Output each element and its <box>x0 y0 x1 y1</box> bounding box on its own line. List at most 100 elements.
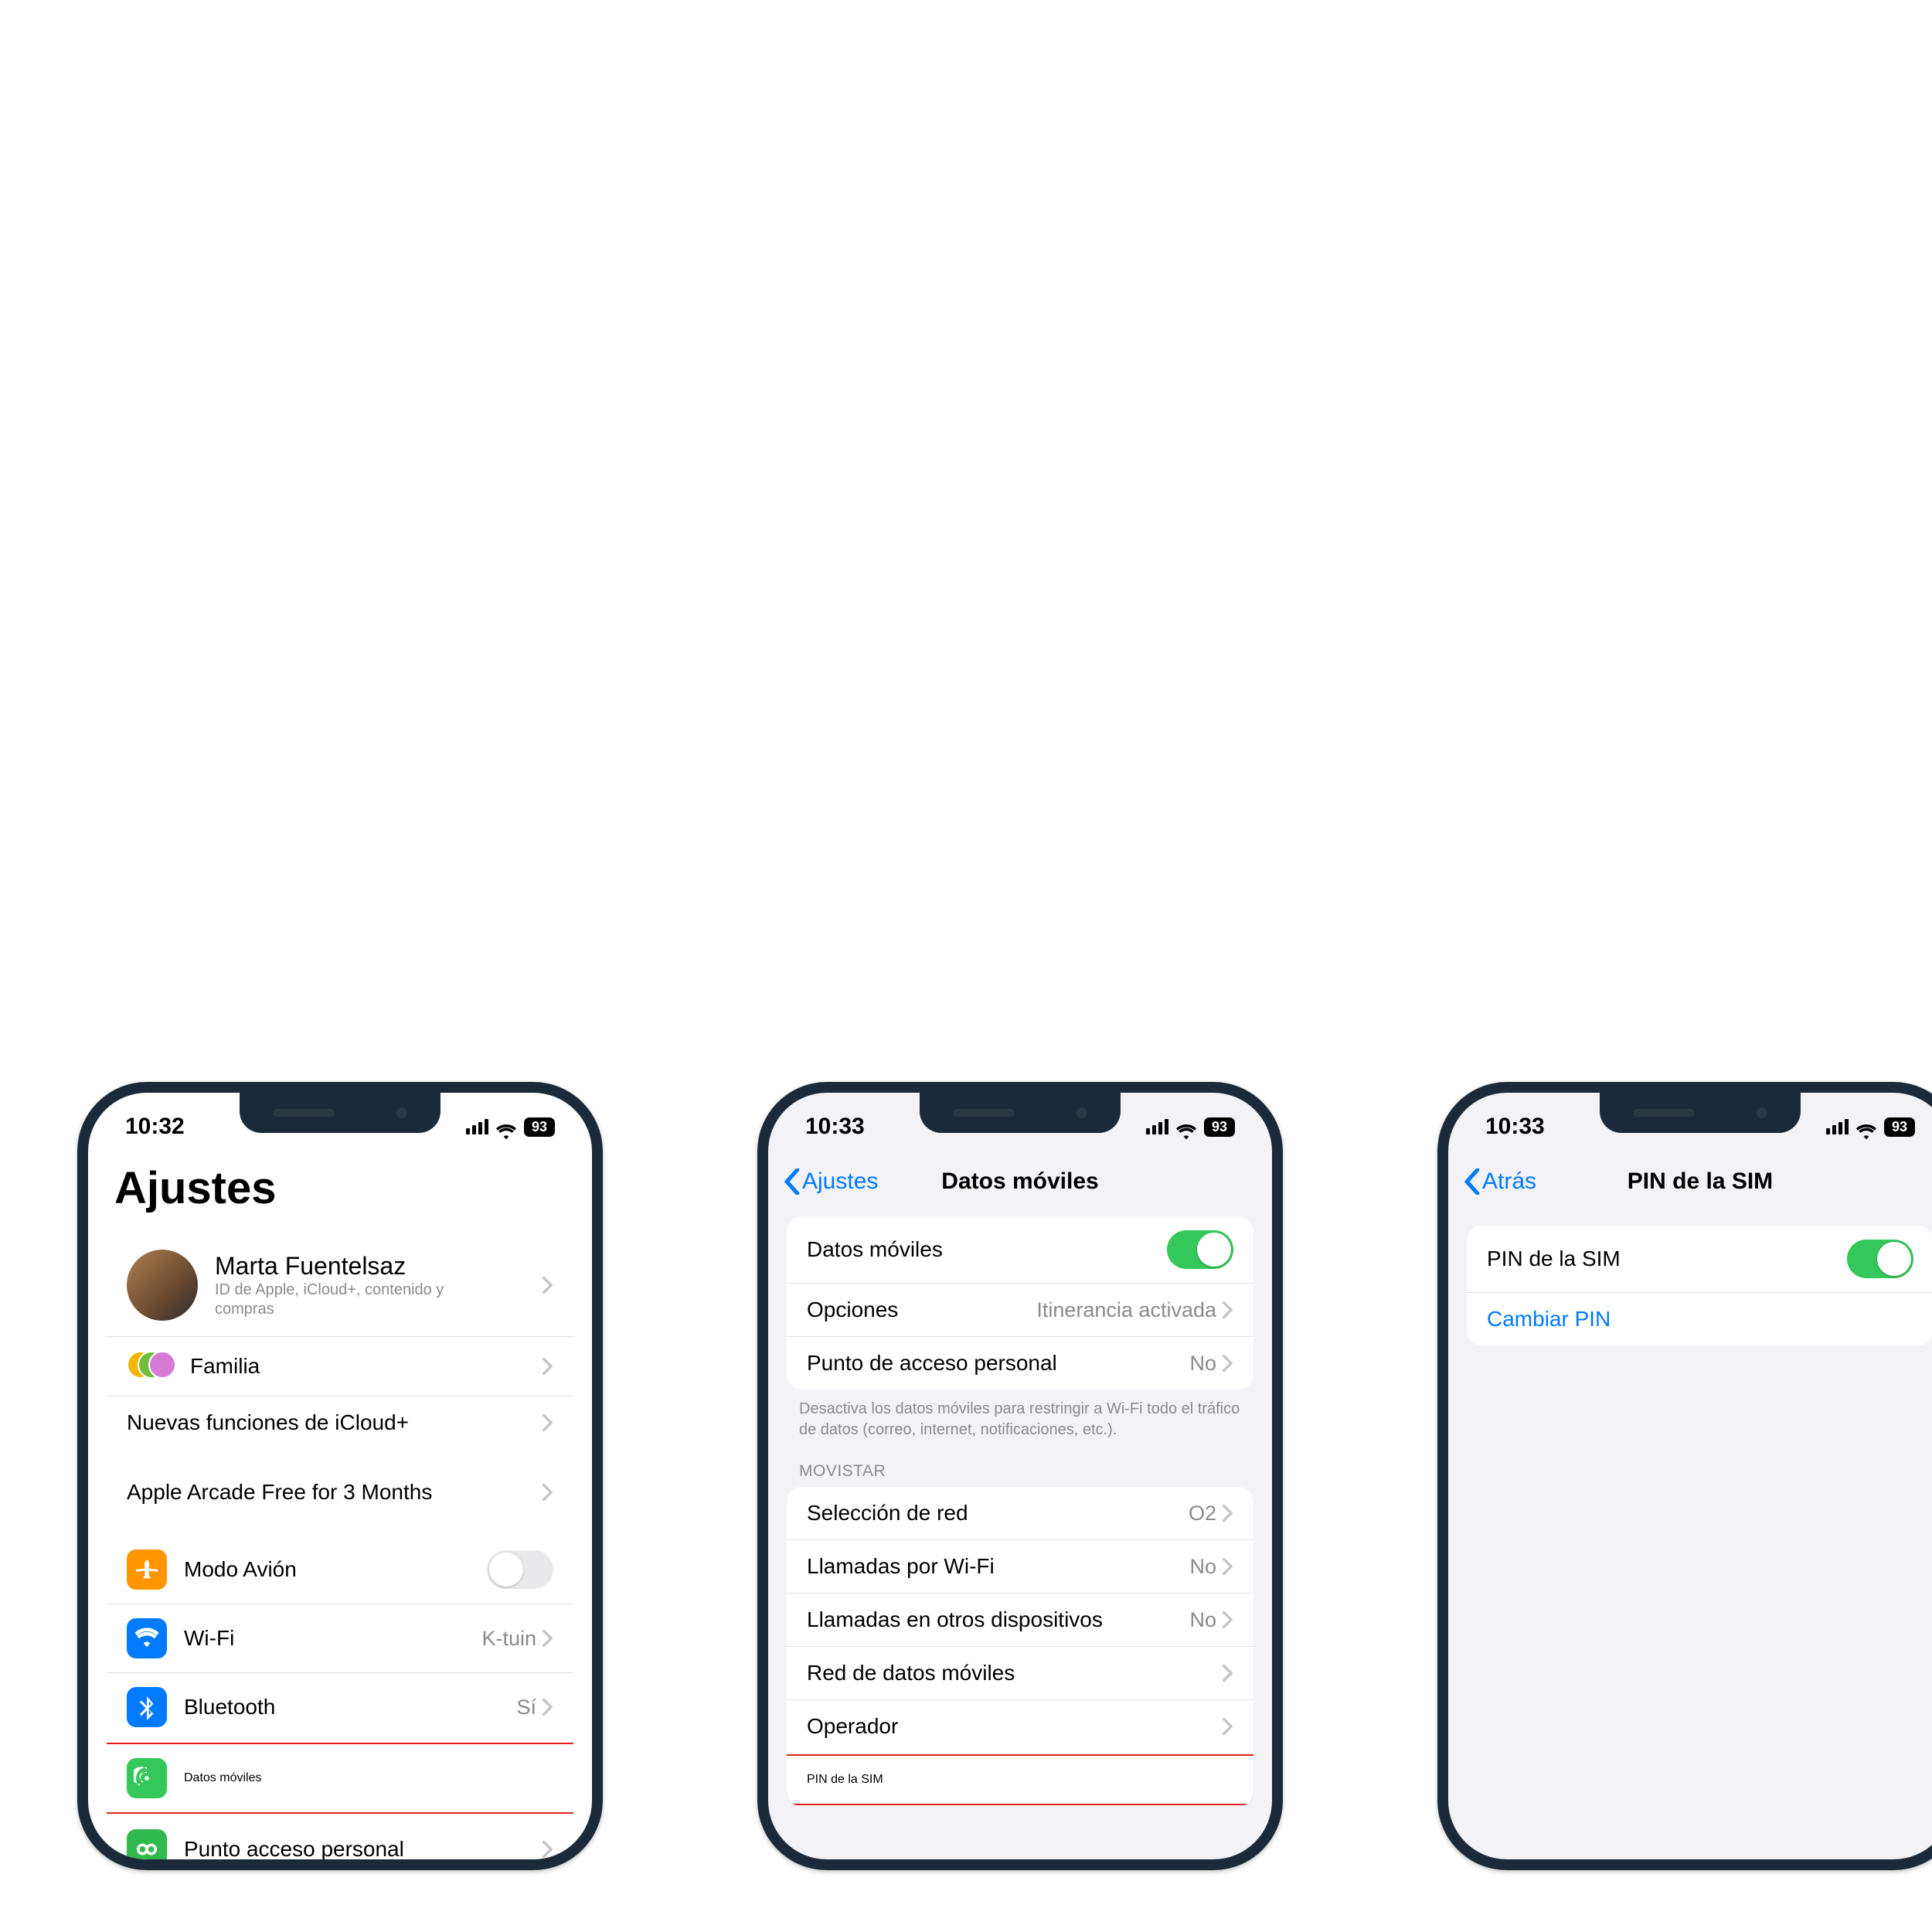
signal-icon <box>1826 1119 1849 1134</box>
icloud-new-label: Nuevas funciones de iCloud+ <box>127 1410 409 1435</box>
chevron-right-icon <box>1223 1301 1233 1318</box>
family-label: Familia <box>190 1354 260 1379</box>
row-bluetooth[interactable]: Bluetooth Sí <box>107 1672 573 1741</box>
row-arcade[interactable]: Apple Arcade Free for 3 Months <box>107 1466 573 1519</box>
cellular-label: Datos móviles <box>184 1771 261 1785</box>
row-wifi[interactable]: Wi-Fi K-tuin <box>107 1604 573 1672</box>
wifi-icon <box>1856 1119 1876 1134</box>
airplane-label: Modo Avión <box>184 1557 297 1582</box>
row-icloud-new[interactable]: Nuevas funciones de iCloud+ <box>107 1396 573 1449</box>
row-data-network[interactable]: Red de datos móviles <box>787 1646 1253 1699</box>
row-change-pin[interactable]: Cambiar PIN <box>1467 1292 1932 1345</box>
back-label: Atrás <box>1482 1168 1536 1195</box>
back-button[interactable]: Ajustes <box>784 1168 878 1195</box>
user-sub: ID de Apple, iCloud+, contenido y compra… <box>215 1281 478 1319</box>
carrier-section-label: MOVISTAR <box>768 1440 1272 1484</box>
phones-row: 10:32 93 Ajustes Marta Fuentelsaz <box>77 1082 1932 1870</box>
data-net-label: Red de datos móviles <box>807 1661 1015 1685</box>
row-apple-id[interactable]: Marta Fuentelsaz ID de Apple, iCloud+, c… <box>107 1234 573 1336</box>
row-options[interactable]: Opciones Itinerancia activada <box>787 1283 1253 1336</box>
phone-sim-pin: 10:33 93 Atrás PIN de la SIM <box>1437 1082 1932 1870</box>
chevron-right-icon <box>1223 1665 1233 1682</box>
row-network-selection[interactable]: Selección de red O2 <box>787 1487 1253 1539</box>
options-value: Itinerancia activada <box>1036 1298 1216 1322</box>
row-operator[interactable]: Operador <box>787 1699 1253 1753</box>
chevron-left-icon <box>1464 1168 1481 1195</box>
cellular-icon <box>127 1758 167 1798</box>
hotspot-label: Punto de acceso personal <box>807 1351 1057 1376</box>
wifi-value: K-tuin <box>481 1627 536 1651</box>
row-sim-pin-toggle[interactable]: PIN de la SIM <box>1467 1226 1932 1292</box>
chevron-right-icon <box>1223 1611 1233 1628</box>
status-time: 10:33 <box>805 1114 865 1140</box>
chevron-right-icon <box>1223 1718 1233 1735</box>
notch <box>240 1093 440 1133</box>
airplane-icon <box>127 1549 167 1590</box>
chevron-right-icon <box>543 1277 553 1294</box>
hotspot-icon <box>127 1829 167 1859</box>
row-sim-pin-highlighted[interactable]: PIN de la SIM <box>787 1756 1253 1804</box>
hotspot-value: No <box>1189 1352 1216 1376</box>
chevron-right-icon <box>1223 1505 1233 1522</box>
sim-pin-label: PIN de la SIM <box>1487 1247 1621 1271</box>
back-button[interactable]: Atrás <box>1464 1168 1536 1195</box>
battery-icon: 93 <box>1204 1117 1235 1137</box>
navbar: Atrás PIN de la SIM <box>1448 1155 1932 1209</box>
user-name: Marta Fuentelsaz <box>215 1252 478 1281</box>
cellular-toggle[interactable] <box>1167 1230 1233 1269</box>
signal-icon <box>466 1119 488 1134</box>
network-sel-value: O2 <box>1189 1502 1216 1526</box>
phone-cellular: 10:33 93 Ajustes Datos móviles <box>757 1082 1283 1870</box>
notch <box>1600 1093 1801 1133</box>
chevron-right-icon <box>543 1358 553 1375</box>
chevron-left-icon <box>784 1168 801 1195</box>
nav-title: Datos móviles <box>941 1168 1098 1195</box>
avatar <box>127 1250 198 1321</box>
chevron-right-icon <box>1223 1558 1233 1575</box>
row-cellular-toggle[interactable]: Datos móviles <box>787 1216 1253 1283</box>
wifi-label: Wi-Fi <box>184 1626 234 1651</box>
airplane-toggle[interactable] <box>487 1550 553 1589</box>
bluetooth-label: Bluetooth <box>184 1695 275 1719</box>
page-title: Ajustes <box>88 1155 592 1226</box>
row-hotspot[interactable]: Punto de acceso personal No <box>787 1336 1253 1389</box>
status-time: 10:33 <box>1485 1114 1545 1140</box>
wifi-icon <box>1176 1119 1196 1134</box>
chevron-right-icon <box>543 1414 553 1431</box>
battery-icon: 93 <box>1884 1117 1915 1137</box>
hotspot-label: Punto acceso personal <box>184 1837 404 1859</box>
wifi-calling-value: No <box>1189 1555 1216 1579</box>
battery-icon: 93 <box>524 1117 555 1137</box>
change-pin-label: Cambiar PIN <box>1487 1307 1611 1332</box>
wifi-icon <box>127 1618 167 1658</box>
row-family[interactable]: Familia <box>107 1336 573 1396</box>
status-time: 10:32 <box>125 1114 185 1140</box>
row-hotspot[interactable]: Punto acceso personal <box>107 1815 573 1859</box>
cellular-note: Desactiva los datos móviles para restrin… <box>768 1389 1272 1440</box>
row-cellular-highlighted[interactable]: Datos móviles <box>107 1744 573 1812</box>
arcade-label: Apple Arcade Free for 3 Months <box>127 1480 432 1505</box>
other-dev-label: Llamadas en otros dispositivos <box>807 1607 1103 1632</box>
chevron-right-icon <box>543 1699 553 1716</box>
row-airplane[interactable]: Modo Avión <box>107 1536 573 1604</box>
family-icon <box>127 1351 173 1382</box>
bluetooth-value: Sí <box>516 1696 536 1719</box>
navbar: Ajustes Datos móviles <box>768 1155 1272 1209</box>
wifi-calling-label: Llamadas por Wi-Fi <box>807 1554 995 1579</box>
cellular-label: Datos móviles <box>807 1237 943 1262</box>
chevron-right-icon <box>543 1484 553 1501</box>
back-label: Ajustes <box>802 1168 878 1195</box>
chevron-right-icon <box>543 1841 553 1858</box>
row-wifi-calling[interactable]: Llamadas por Wi-Fi No <box>787 1539 1253 1593</box>
signal-icon <box>1146 1119 1168 1134</box>
options-label: Opciones <box>807 1298 898 1322</box>
sim-pin-toggle[interactable] <box>1847 1240 1913 1278</box>
sim-pin-label: PIN de la SIM <box>807 1773 883 1787</box>
bluetooth-icon <box>127 1687 167 1727</box>
chevron-right-icon <box>543 1630 553 1647</box>
chevron-right-icon <box>1223 1355 1233 1372</box>
operator-label: Operador <box>807 1714 898 1739</box>
phone-settings: 10:32 93 Ajustes Marta Fuentelsaz <box>77 1082 603 1870</box>
row-calls-other-devices[interactable]: Llamadas en otros dispositivos No <box>787 1593 1253 1646</box>
notch <box>920 1093 1121 1133</box>
